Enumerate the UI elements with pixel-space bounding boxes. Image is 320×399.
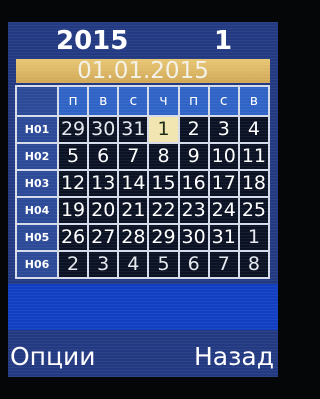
day-cell[interactable]: 3 [209, 117, 238, 142]
day-cell[interactable]: 8 [239, 252, 268, 277]
day-cell[interactable]: 29 [59, 117, 88, 142]
week-number: Н02 [17, 144, 57, 169]
day-cell[interactable]: 15 [149, 171, 178, 196]
day-cell[interactable]: 5 [59, 144, 88, 169]
day-cell[interactable]: 30 [179, 225, 208, 250]
calendar-grid: п в с ч п с в Н01 29 30 31 1 2 3 4 Н02 5 6 7 8 9 10 11 Н03 12 13 1… [15, 85, 270, 279]
day-cell[interactable]: 30 [89, 117, 118, 142]
grid-corner [17, 87, 57, 115]
day-cell[interactable]: 24 [209, 198, 238, 223]
day-cell[interactable]: 10 [209, 144, 238, 169]
day-cell[interactable]: 16 [179, 171, 208, 196]
day-cell[interactable]: 4 [119, 252, 148, 277]
week-number: Н03 [17, 171, 57, 196]
weekday-header: с [119, 87, 148, 115]
day-cell[interactable]: 31 [119, 117, 148, 142]
weekday-header: в [239, 87, 268, 115]
day-cell[interactable]: 31 [209, 225, 238, 250]
week-number: Н04 [17, 198, 57, 223]
day-cell[interactable]: 20 [89, 198, 118, 223]
day-cell[interactable]: 29 [149, 225, 178, 250]
day-cell[interactable]: 1 [239, 225, 268, 250]
back-softkey[interactable]: Назад [194, 342, 274, 371]
selected-day-cell[interactable]: 1 [149, 117, 178, 142]
day-cell[interactable]: 28 [119, 225, 148, 250]
softkey-bar: Опции Назад [8, 338, 278, 377]
day-cell[interactable]: 22 [149, 198, 178, 223]
week-number: Н05 [17, 225, 57, 250]
day-cell[interactable]: 14 [119, 171, 148, 196]
day-cell[interactable]: 23 [179, 198, 208, 223]
month-label[interactable]: 1 [214, 26, 232, 56]
weekday-header: ч [149, 87, 178, 115]
weekday-header: в [89, 87, 118, 115]
day-cell[interactable]: 6 [179, 252, 208, 277]
weekday-header: п [59, 87, 88, 115]
day-cell[interactable]: 6 [89, 144, 118, 169]
weekday-header: с [209, 87, 238, 115]
week-number: Н06 [17, 252, 57, 277]
day-cell[interactable]: 9 [179, 144, 208, 169]
day-cell[interactable]: 2 [179, 117, 208, 142]
info-strip [8, 284, 278, 330]
day-cell[interactable]: 25 [239, 198, 268, 223]
day-cell[interactable]: 17 [209, 171, 238, 196]
day-cell[interactable]: 19 [59, 198, 88, 223]
day-cell[interactable]: 26 [59, 225, 88, 250]
day-cell[interactable]: 27 [89, 225, 118, 250]
day-cell[interactable]: 8 [149, 144, 178, 169]
day-cell[interactable]: 21 [119, 198, 148, 223]
day-cell[interactable]: 3 [89, 252, 118, 277]
year-label[interactable]: 2015 [56, 26, 128, 56]
weekday-header: п [179, 87, 208, 115]
day-cell[interactable]: 18 [239, 171, 268, 196]
day-cell[interactable]: 13 [89, 171, 118, 196]
day-cell[interactable]: 12 [59, 171, 88, 196]
day-cell[interactable]: 11 [239, 144, 268, 169]
options-softkey[interactable]: Опции [10, 342, 96, 371]
phone-screen: 2015 1 01.01.2015 п в с ч п с в Н01 29 30 31 1 2 3 4 Н0… [8, 22, 278, 377]
day-cell[interactable]: 2 [59, 252, 88, 277]
day-cell[interactable]: 4 [239, 117, 268, 142]
day-cell[interactable]: 5 [149, 252, 178, 277]
week-number: Н01 [17, 117, 57, 142]
day-cell[interactable]: 7 [209, 252, 238, 277]
day-cell[interactable]: 7 [119, 144, 148, 169]
calendar-header: 2015 1 [8, 22, 278, 58]
selected-date-bar: 01.01.2015 [16, 59, 270, 83]
